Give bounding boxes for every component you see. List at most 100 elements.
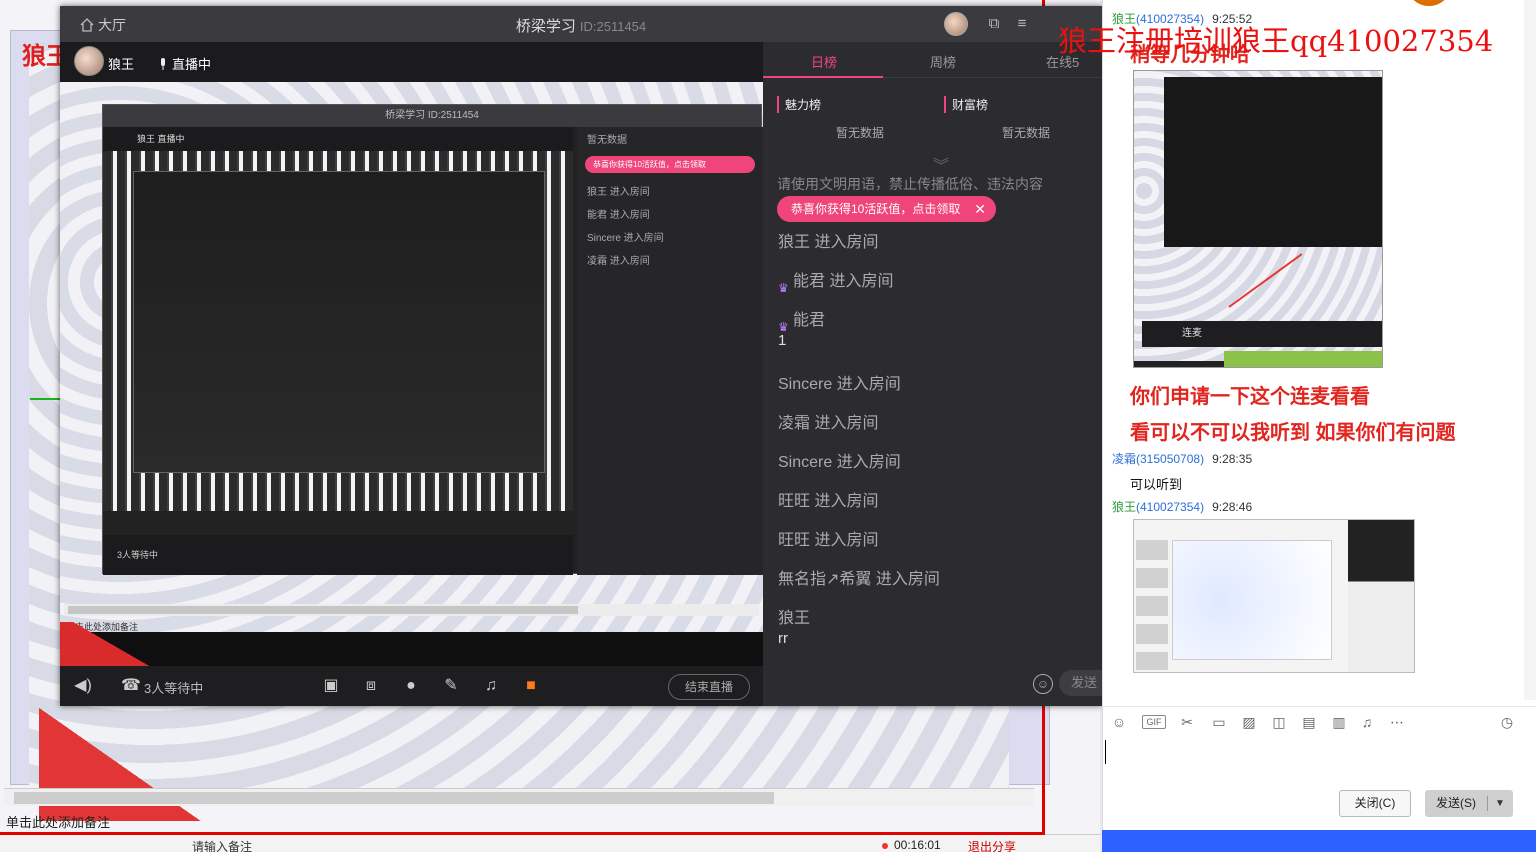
more-icon[interactable]: ⋯ [1388, 713, 1406, 731]
emoji-icon[interactable]: ☺ [1033, 674, 1053, 694]
folder-icon[interactable]: ▭ [1210, 713, 1228, 731]
close-icon[interactable]: ✕ [974, 196, 986, 222]
qq-screenshot-image[interactable] [1133, 519, 1415, 673]
screenshot-right-pane [1348, 520, 1414, 672]
reward-pill[interactable]: 恭喜你获得10活跃值，点击领取 ✕ [777, 196, 996, 222]
editor-status-bar: 请输入备注 00:16:01 退出分享 [0, 834, 1100, 852]
red-packet-icon[interactable]: ▥ [1330, 713, 1348, 731]
voice-icon[interactable]: ◫ [1270, 713, 1288, 731]
wealth-empty: 暂无数据 [1002, 126, 1051, 140]
user-avatar[interactable] [944, 12, 968, 36]
qq-screenshot-image[interactable]: 连麦 [1133, 70, 1383, 368]
screenshot-thumbnails [1136, 540, 1168, 670]
share-border-bottom [0, 832, 1045, 835]
mini-chat-line: 凌霜 进入房间 [587, 256, 650, 267]
emoji-icon[interactable]: ☺ [1110, 713, 1128, 731]
send-button[interactable]: 发送(S) ▼ [1425, 790, 1513, 817]
chat-list: 狼王 进入房间 ♛ 能君 进入房间 ♛ 能君 1 Sincere 进入房间 凌霜 进入… [778, 230, 1098, 647]
chat-message: 狼王 进入房间 [778, 234, 879, 251]
active-tab-indicator [763, 76, 883, 78]
recursive-screen-frame: 桥梁学习 ID:2511454 狼王 直播中 暂无数据 恭喜你获得10活跃值，点… [102, 104, 763, 575]
clock-icon[interactable]: ◷ [1498, 713, 1516, 731]
menu-icon[interactable]: ≡ [1013, 15, 1031, 33]
taskbar-strip [1102, 830, 1536, 852]
host-bar: 狼王 直播中 [60, 42, 763, 82]
live-status: 直播中 [158, 54, 211, 73]
shared-screen-stage: 桥梁学习 ID:2511454 狼王 直播中 暂无数据 恭喜你获得10活跃值，点… [60, 82, 763, 672]
scroll-thumb[interactable] [14, 792, 774, 804]
mic-icon[interactable]: ● [400, 676, 422, 696]
qq-message-text: 看可以不可以我听到 如果你们有问题 [1130, 422, 1456, 444]
screenshot-green-band [1224, 351, 1382, 367]
end-live-button[interactable]: 结束直播 [668, 674, 750, 700]
rank-tabs: 日榜 周榜 在线5 [763, 42, 1102, 78]
stage-red-corner [60, 622, 190, 672]
qq-message-text: 你们申请一下这个连麦看看 [1130, 386, 1370, 408]
screen-share-icon[interactable]: ⧈ [360, 676, 382, 696]
share-timer: 00:16:01 [882, 838, 941, 852]
status-notes[interactable]: 请输入备注 [192, 838, 252, 852]
scissors-icon[interactable]: ✂ [1178, 713, 1196, 731]
qq-message-input[interactable] [1104, 736, 1534, 786]
screenshot-slide [1172, 540, 1332, 660]
tab-weekly[interactable]: 周榜 [930, 52, 956, 71]
room-id: ID:2511454 [579, 19, 647, 34]
speaker-icon[interactable]: ◀) [72, 676, 94, 696]
chevron-down-icon[interactable]: ︾ [933, 159, 953, 175]
send-split-divider [1487, 796, 1488, 811]
chevron-down-icon[interactable]: ▼ [1495, 790, 1505, 817]
qq-input-toolbar: ☺ GIF ✂ ▭ ▨ ◫ ▤ ▥ ♫ ⋯ ◷ [1102, 706, 1536, 734]
qq-scrollbar[interactable] [1524, 0, 1536, 700]
edit-icon[interactable]: ✎ [440, 676, 462, 696]
mini-bottom-bar: 3人等待中 [103, 535, 573, 575]
gift-icon[interactable]: ▤ [1300, 713, 1318, 731]
text-caret [1105, 740, 1106, 764]
waiting-count[interactable]: 3人等待中 [144, 678, 203, 697]
mini-stage [103, 151, 573, 511]
side-panel: 日榜 周榜 在线5 魅力榜 财富榜 暂无数据 暂无数据 ︾ 请使用文明用语，禁止… [763, 42, 1105, 706]
mini-side-panel: 暂无数据 恭喜你获得10活跃值，点击领取 狼王 进入房间 能君 进入房间 Sin… [577, 127, 763, 575]
chat-message: ♛ 能君 进入房间 [778, 273, 894, 295]
charm-rank-label: 魅力榜 [777, 96, 821, 113]
editor-horizontal-scrollbar[interactable] [4, 788, 1034, 806]
stage-scrollbar [64, 604, 759, 616]
close-button[interactable]: 关闭(C) [1339, 790, 1411, 817]
gif-icon[interactable]: GIF [1142, 715, 1166, 729]
mini-title-bar: 桥梁学习 ID:2511454 [103, 105, 761, 127]
live-room-window: 大厅 桥梁学习 ID:2511454 ⧉ ≡ 狼王 直播中 桥梁学习 ID:251… [60, 6, 1105, 706]
screenshot-control-bar: 连麦 [1142, 321, 1382, 347]
exit-share-button[interactable]: 退出分享 [968, 838, 1016, 852]
host-name: 狼王 [108, 57, 135, 72]
chat-message: Sincere 进入房间 [778, 454, 901, 471]
window-title-bar: 大厅 桥梁学习 ID:2511454 ⧉ ≡ [60, 6, 1102, 42]
slide-green-line [30, 398, 60, 400]
notes-placeholder[interactable]: 单击此处添加备注 [6, 812, 110, 831]
bell-icon[interactable]: ♫ [1358, 713, 1376, 731]
gift-icon[interactable]: ■ [520, 676, 542, 696]
vip-badge-icon: ♛ [778, 280, 789, 295]
qq-message-text: 可以听到 [1130, 477, 1183, 492]
host-avatar[interactable] [74, 46, 104, 76]
stage-scroll-thumb [68, 606, 578, 614]
live-control-bar: ◀) ☎ 3人等待中 ▣ ⧈ ● ✎ ♫ ■ 结束直播 [60, 666, 763, 706]
screenshot-dark-area [1164, 77, 1382, 247]
camera-off-icon[interactable]: ▣ [320, 676, 342, 696]
mini-chat-line: Sincere 进入房间 [587, 233, 664, 244]
popout-icon[interactable]: ⧉ [985, 15, 1003, 33]
send-chat-button[interactable]: 发送 [1059, 670, 1105, 696]
mini-chat-line: 能君 进入房间 [587, 210, 650, 221]
mini-chat-line: 狼王 进入房间 [587, 187, 650, 198]
qq-message-header: 凌霜(315050708) 9:28:35 [1112, 452, 1253, 466]
chat-message: ♛ 能君 1 [778, 312, 826, 349]
phone-icon[interactable]: ☎ [120, 676, 142, 696]
chat-message: 凌霜 进入房间 [778, 415, 879, 432]
vip-badge-icon: ♛ [778, 319, 789, 334]
tab-daily[interactable]: 日榜 [811, 52, 837, 71]
mini-host-bar: 狼王 直播中 [103, 127, 573, 151]
music-icon[interactable]: ♫ [480, 676, 502, 696]
wealth-rank-label: 财富榜 [944, 96, 988, 113]
microphone-icon [161, 57, 165, 70]
charm-empty: 暂无数据 [836, 126, 885, 140]
chat-message: 狼王 rr [778, 610, 811, 647]
image-icon[interactable]: ▨ [1240, 713, 1258, 731]
